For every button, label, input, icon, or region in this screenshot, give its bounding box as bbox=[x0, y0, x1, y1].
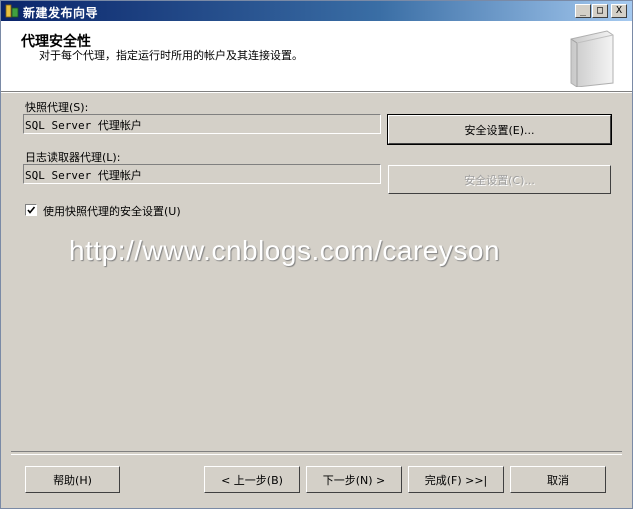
maximize-button[interactable]: □ bbox=[592, 4, 608, 18]
page-subtitle: 对于每个代理，指定运行时所用的帐户及其连接设置。 bbox=[39, 49, 303, 62]
log-reader-agent-account-value: SQL Server 代理帐户 bbox=[25, 169, 142, 182]
close-button[interactable]: X bbox=[611, 4, 627, 18]
snapshot-agent-account-value: SQL Server 代理帐户 bbox=[25, 119, 142, 132]
snapshot-agent-label: 快照代理(S): bbox=[25, 101, 89, 114]
wizard-window: 新建发布向导 _ □ X 代理安全性 对于每个代理，指定运行时所用的帐户及其连接… bbox=[0, 0, 633, 509]
footer-divider bbox=[11, 451, 622, 455]
log-reader-security-settings-button[interactable]: 安全设置(C)... bbox=[388, 165, 611, 194]
log-reader-agent-account-field: SQL Server 代理帐户 bbox=[23, 164, 381, 184]
help-button[interactable]: 帮助(H) bbox=[25, 466, 120, 493]
finish-button[interactable]: 完成(F) >>| bbox=[408, 466, 504, 493]
wizard-header: 代理安全性 对于每个代理，指定运行时所用的帐户及其连接设置。 bbox=[1, 21, 632, 92]
back-button[interactable]: < 上一步(B) bbox=[204, 466, 300, 493]
watermark-text: http://www.cnblogs.com/careyson bbox=[69, 235, 501, 266]
window-title: 新建发布向导 bbox=[23, 6, 99, 20]
minimize-button[interactable]: _ bbox=[575, 4, 591, 18]
app-icon bbox=[5, 4, 19, 18]
cancel-button[interactable]: 取消 bbox=[510, 466, 606, 493]
title-bar[interactable]: 新建发布向导 _ □ X bbox=[1, 1, 632, 21]
log-reader-agent-label: 日志读取器代理(L): bbox=[25, 151, 121, 164]
use-snapshot-settings-checkbox[interactable] bbox=[25, 204, 37, 216]
next-button[interactable]: 下一步(N) > bbox=[306, 466, 402, 493]
header-divider bbox=[1, 92, 632, 93]
wizard-book-icon bbox=[570, 30, 614, 87]
use-snapshot-settings-label[interactable]: 使用快照代理的安全设置(U) bbox=[43, 203, 181, 219]
snapshot-security-settings-button[interactable]: 安全设置(E)... bbox=[387, 114, 612, 145]
checkmark-icon bbox=[27, 206, 36, 214]
snapshot-agent-account-field: SQL Server 代理帐户 bbox=[23, 114, 381, 134]
